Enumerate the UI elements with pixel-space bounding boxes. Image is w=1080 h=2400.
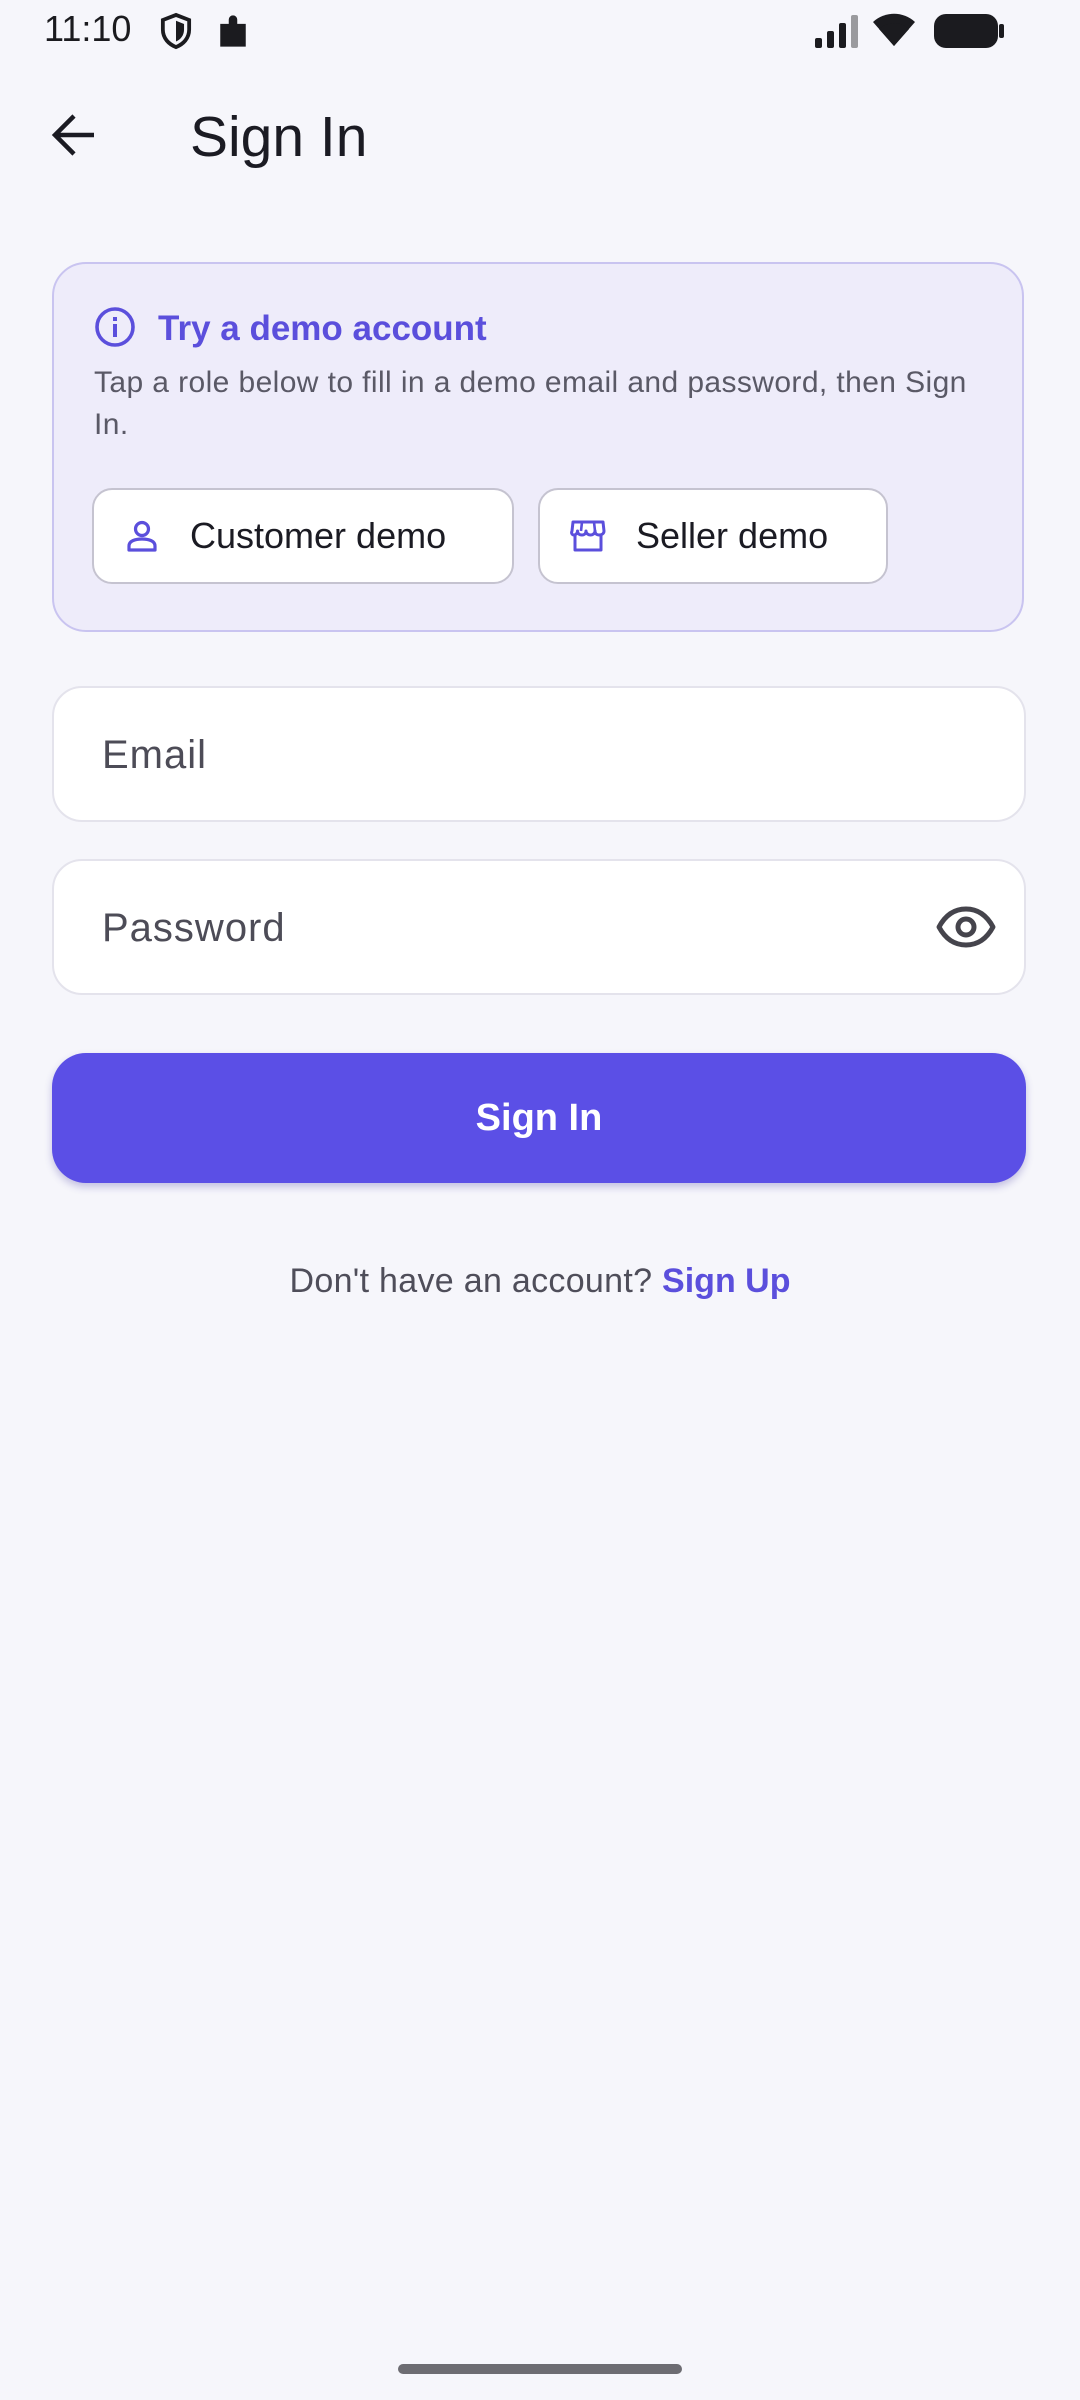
shield-icon xyxy=(158,12,194,55)
status-time: 11:10 xyxy=(44,8,132,49)
demo-card-header: Try a demo account xyxy=(94,306,487,352)
status-bar: 11:10 xyxy=(0,0,1080,62)
signup-prompt: Don't have an account? xyxy=(289,1262,663,1300)
arrow-back-icon xyxy=(50,113,98,162)
email-input[interactable] xyxy=(100,688,924,822)
customer-demo-label: Customer demo xyxy=(190,515,447,556)
signal-icon xyxy=(814,14,860,53)
storefront-icon xyxy=(570,518,606,554)
password-visibility-toggle[interactable] xyxy=(936,899,996,959)
demo-account-card: Try a demo account Tap a role below to f… xyxy=(52,262,1024,632)
seller-demo-label: Seller demo xyxy=(636,515,829,556)
sign-in-button[interactable]: Sign In xyxy=(52,1053,1026,1183)
sign-up-link[interactable]: Sign Up xyxy=(662,1262,790,1300)
battery-icon xyxy=(934,14,1006,53)
password-field[interactable] xyxy=(52,859,1026,995)
puzzle-icon xyxy=(216,12,250,55)
page-title: Sign In xyxy=(190,105,368,169)
email-field[interactable] xyxy=(52,686,1026,822)
home-indicator[interactable] xyxy=(398,2364,682,2374)
eye-icon xyxy=(936,906,996,953)
password-input[interactable] xyxy=(100,861,924,995)
signup-row: Don't have an account? Sign Up xyxy=(0,1262,1080,1301)
wifi-icon xyxy=(872,12,916,53)
demo-card-description: Tap a role below to fill in a demo email… xyxy=(94,366,967,441)
customer-demo-button[interactable]: Customer demo xyxy=(92,488,514,584)
seller-demo-button[interactable]: Seller demo xyxy=(538,488,888,584)
person-icon xyxy=(124,518,160,554)
back-button[interactable] xyxy=(30,102,118,172)
app-bar: Sign In xyxy=(0,80,1080,192)
info-icon xyxy=(94,306,136,353)
demo-card-title: Try a demo account xyxy=(158,309,487,348)
